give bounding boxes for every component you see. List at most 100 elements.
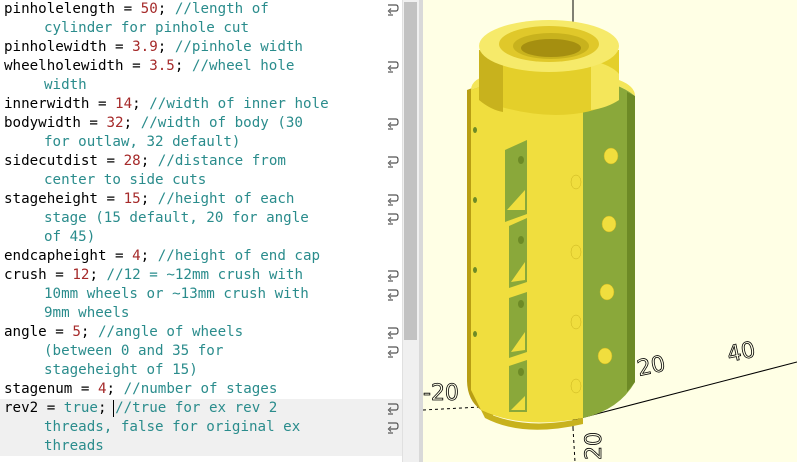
code-token: ; — [80, 324, 98, 340]
line-wrap-icon — [386, 154, 400, 170]
code-line-continuation[interactable]: threads — [44, 437, 104, 456]
code-line[interactable]: crush = 12; //12 = ~12mm crush with — [4, 266, 303, 285]
code-token: of 45) — [44, 229, 96, 245]
code-token: //true for ex rev 2 — [115, 400, 278, 416]
code-line[interactable]: wheelholewidth = 3.5; //wheel hole — [4, 57, 294, 76]
code-token: ; — [140, 191, 158, 207]
code-token: //height of end cap — [157, 248, 321, 264]
code-line-continuation[interactable]: 10mm wheels or ~13mm crush with — [44, 285, 309, 304]
code-token: //width of body (30 — [140, 115, 303, 131]
code-token: ; — [140, 153, 158, 169]
line-wrap-icon — [386, 192, 400, 208]
line-wrap-icon — [386, 420, 400, 436]
code-token: 5 — [72, 324, 81, 340]
code-token: //width of inner hole — [149, 96, 329, 112]
code-token: sidecutdist = — [4, 153, 124, 169]
code-token: width — [44, 77, 87, 93]
code-token: 3.9 — [132, 39, 158, 55]
code-token: threads, false for original ex — [44, 419, 301, 435]
code-token: 28 — [123, 153, 141, 169]
code-token: ; — [123, 115, 141, 131]
code-line[interactable]: stageheight = 15; //height of each — [4, 190, 294, 209]
code-line-continuation[interactable]: center to side cuts — [44, 171, 206, 190]
line-wrap-icon — [386, 401, 400, 417]
line-wrap-icon — [386, 268, 400, 284]
line-wrap-icon — [386, 116, 400, 132]
code-token: crush = — [4, 267, 73, 283]
body-right-edge — [627, 92, 635, 392]
openscad-window: pinholelength = 50; //length of cylinder … — [0, 0, 797, 462]
code-token: //height of each — [157, 191, 295, 207]
x-axis-label-20: 20 — [635, 352, 668, 382]
code-token: stageheight of 15) — [44, 362, 198, 378]
line-wrap-icon — [386, 2, 400, 18]
code-token: ; — [140, 248, 158, 264]
code-line-continuation[interactable]: width — [44, 76, 87, 95]
z-axis-negative-line — [572, 427, 576, 462]
code-line[interactable]: angle = 5; //angle of wheels — [4, 323, 243, 342]
code-token: 15 — [123, 191, 141, 207]
code-line-continuation[interactable]: (between 0 and 35 for — [44, 342, 223, 361]
code-token: 12 — [72, 267, 90, 283]
code-token: 50 — [140, 1, 158, 17]
code-token: ; — [174, 58, 192, 74]
line-wrap-icon — [386, 211, 400, 227]
code-token: 10mm wheels or ~13mm crush with — [44, 286, 309, 302]
editor-scrollbar-thumb[interactable] — [404, 2, 417, 340]
code-line[interactable]: rev2 = true; //true for ex rev 2 — [4, 399, 277, 418]
code-line[interactable]: endcapheight = 4; //height of end cap — [4, 247, 320, 266]
code-editor[interactable]: pinholelength = 50; //length of cylinder … — [0, 0, 402, 462]
line-wrap-icon — [386, 287, 400, 303]
code-line[interactable]: innerwidth = 14; //width of inner hole — [4, 95, 329, 114]
line-wrap-icon — [386, 344, 400, 360]
code-token: endcapheight = — [4, 248, 133, 264]
code-line[interactable]: pinholewidth = 3.9; //pinhole width — [4, 38, 303, 57]
code-token: 4 — [97, 381, 107, 397]
code-token: rev2 = — [4, 400, 64, 416]
text-caret — [113, 400, 114, 417]
code-line[interactable]: stagenum = 4; //number of stages — [4, 380, 277, 399]
code-token: //length of — [174, 1, 269, 17]
code-line[interactable]: sidecutdist = 28; //distance from — [4, 152, 286, 171]
code-line[interactable]: bodywidth = 32; //width of body (30 — [4, 114, 303, 133]
line-wrap-icon — [386, 59, 400, 75]
cap-inner-hole-depth — [521, 39, 581, 57]
code-token: //wheel hole — [191, 58, 295, 74]
code-token: stageheight = — [4, 191, 124, 207]
code-token: 3.5 — [149, 58, 175, 74]
code-token: ; — [157, 39, 175, 55]
code-token: cylinder for pinhole cut — [44, 20, 249, 36]
code-token: center to side cuts — [44, 172, 207, 188]
code-line[interactable]: pinholelength = 50; //length of — [4, 0, 269, 19]
code-line-continuation[interactable]: cylinder for pinhole cut — [44, 19, 249, 38]
code-token: pinholewidth = — [4, 39, 133, 55]
code-token: innerwidth = — [4, 96, 116, 112]
code-line-continuation[interactable]: 9mm wheels — [44, 304, 129, 323]
code-line-continuation[interactable]: of 45) — [44, 228, 95, 247]
x-axis-label-40: 40 — [725, 338, 758, 368]
code-line-continuation[interactable]: for outlaw, 32 default) — [44, 133, 240, 152]
code-token: ; — [106, 381, 124, 397]
code-line-continuation[interactable]: threads, false for original ex — [44, 418, 300, 437]
code-token: angle = — [4, 324, 73, 340]
code-line-continuation[interactable]: stageheight of 15) — [44, 361, 198, 380]
code-token: for outlaw, 32 default) — [44, 134, 241, 150]
code-line-continuation[interactable]: stage (15 default, 20 for angle — [44, 209, 309, 228]
code-token: 32 — [106, 115, 124, 131]
code-token: ; — [89, 267, 107, 283]
code-token: wheelholewidth = — [4, 58, 150, 74]
code-token: pinholelength = — [4, 1, 141, 17]
code-token: ; — [132, 96, 150, 112]
code-token: //pinhole width — [174, 39, 303, 55]
code-token: 4 — [132, 248, 141, 264]
z-axis-label-bottom: 20 — [582, 432, 607, 460]
3d-viewport[interactable]: 20 20 40 -20 20 — [423, 0, 797, 462]
code-token: (between 0 and 35 for — [44, 343, 224, 359]
code-token: //12 = ~12mm crush with — [106, 267, 303, 283]
code-token: //number of stages — [123, 381, 278, 397]
line-wrap-icon — [386, 325, 400, 341]
code-token: stagenum = — [4, 381, 98, 397]
code-token: stage (15 default, 20 for angle — [44, 210, 309, 226]
code-token: 14 — [115, 96, 133, 112]
code-token: bodywidth = — [4, 115, 107, 131]
